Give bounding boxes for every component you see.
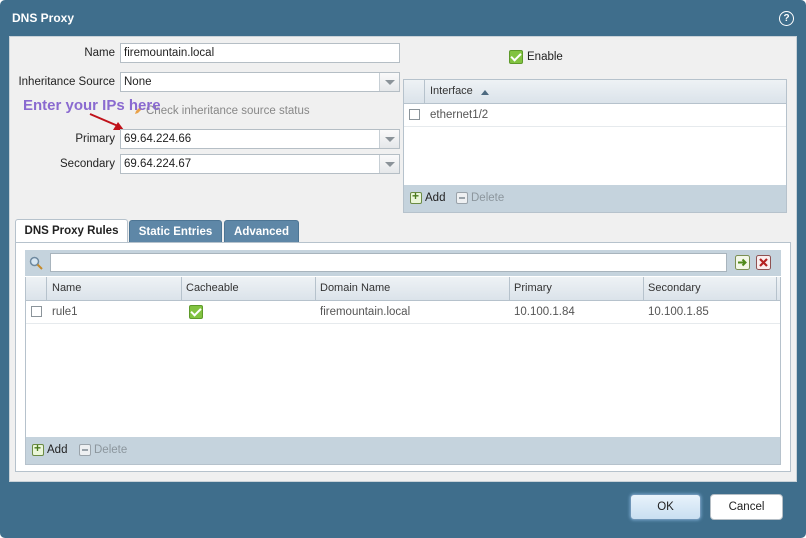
secondary-dns-value: 69.64.224.67 [124, 158, 192, 170]
enable-checkbox[interactable] [509, 50, 523, 64]
help-icon[interactable]: ? [779, 11, 794, 26]
delete-icon [456, 192, 468, 204]
clear-filter-icon[interactable] [756, 255, 771, 270]
dialog-title: DNS Proxy [12, 11, 75, 25]
interface-grid: Interface ethernet1/2 Add Delete [403, 79, 787, 213]
dns-proxy-dialog: DNS Proxy ? Name firemountain.local Inhe… [0, 0, 806, 538]
secondary-label: Secondary [60, 158, 115, 170]
secondary-cell: 10.100.1.85 [648, 306, 709, 318]
column-header-primary[interactable]: Primary [514, 282, 552, 294]
rules-grid-footer: Add Delete [26, 437, 780, 464]
column-divider [181, 277, 182, 301]
dns-proxy-rules-panel: Name Cacheable Domain Name Primary Secon… [15, 242, 791, 472]
column-divider [315, 277, 316, 301]
interface-column-header[interactable]: Interface [430, 85, 473, 97]
ok-button[interactable]: OK [630, 494, 701, 520]
rules-add-label: Add [47, 444, 68, 456]
add-icon [410, 189, 422, 204]
search-icon [29, 256, 43, 270]
chevron-down-icon[interactable] [379, 130, 399, 148]
column-header-cacheable[interactable]: Cacheable [186, 282, 239, 294]
column-divider [509, 277, 510, 301]
interface-cell: ethernet1/2 [430, 109, 489, 121]
domain-name-cell: firemountain.local [320, 306, 411, 318]
column-header-domain-name[interactable]: Domain Name [320, 282, 390, 294]
table-row[interactable]: rule1 firemountain.local 10.100.1.84 10.… [26, 301, 780, 324]
chevron-down-icon[interactable] [379, 155, 399, 173]
sort-ascending-icon [481, 90, 489, 95]
inheritance-source-select[interactable]: None [120, 72, 400, 92]
primary-cell: 10.100.1.84 [514, 306, 575, 318]
tab-dns-proxy-rules[interactable]: DNS Proxy Rules [15, 219, 128, 243]
delete-icon [79, 444, 91, 456]
inheritance-source-label: Inheritance Source [18, 76, 115, 88]
tab-static-entries[interactable]: Static Entries [129, 220, 222, 243]
primary-dns-input[interactable]: 69.64.224.66 [120, 129, 400, 149]
interface-grid-header: Interface [404, 80, 786, 104]
interface-add-label: Add [425, 192, 446, 204]
row-checkbox[interactable] [409, 109, 420, 120]
tab-advanced[interactable]: Advanced [224, 220, 299, 243]
secondary-dns-input[interactable]: 69.64.224.67 [120, 154, 400, 174]
rules-grid: Name Cacheable Domain Name Primary Secon… [25, 277, 781, 465]
cacheable-check-icon [189, 305, 203, 319]
interface-delete-label: Delete [471, 192, 505, 204]
inheritance-source-value: None [124, 76, 152, 88]
rules-delete-label: Delete [94, 444, 128, 456]
column-divider [643, 277, 644, 301]
dialog-content: Name firemountain.local Inheritance Sour… [9, 36, 797, 482]
cancel-button[interactable]: Cancel [710, 494, 783, 520]
check-inheritance-status-link[interactable]: Check inheritance source status [146, 105, 310, 117]
chevron-down-icon[interactable] [379, 73, 399, 91]
name-input[interactable]: firemountain.local [120, 43, 400, 63]
primary-dns-value: 69.64.224.66 [124, 133, 192, 145]
column-header-secondary[interactable]: Secondary [648, 282, 701, 294]
interface-grid-footer: Add Delete [404, 185, 786, 212]
dialog-titlebar: DNS Proxy ? [0, 0, 806, 36]
rules-grid-header: Name Cacheable Domain Name Primary Secon… [26, 277, 780, 301]
name-label: Name [84, 47, 115, 59]
column-divider [776, 277, 777, 301]
column-divider [46, 277, 47, 301]
apply-filter-icon[interactable] [735, 255, 750, 270]
search-input[interactable] [50, 253, 727, 272]
primary-label: Primary [75, 133, 115, 145]
add-icon [32, 441, 44, 456]
enable-label: Enable [527, 51, 563, 63]
column-header-name[interactable]: Name [52, 282, 81, 294]
search-bar [25, 250, 781, 276]
row-checkbox[interactable] [31, 306, 42, 317]
rule-name-cell[interactable]: rule1 [52, 306, 78, 318]
column-divider [424, 80, 425, 104]
table-row[interactable]: ethernet1/2 [404, 104, 786, 127]
